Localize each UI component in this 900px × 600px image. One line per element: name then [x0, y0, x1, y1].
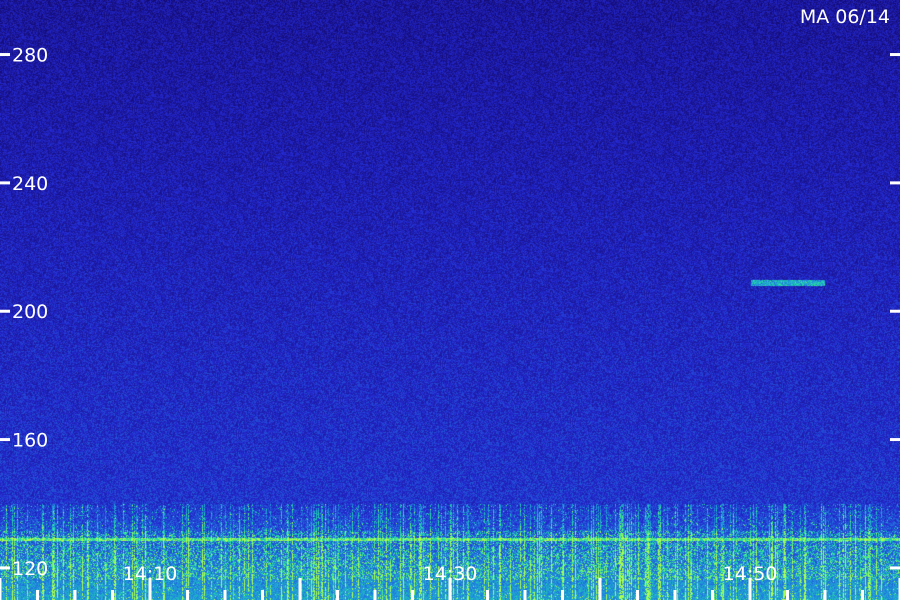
x-tick-label: 14:30: [423, 563, 478, 585]
station-label: MA 06/14: [800, 6, 890, 28]
x-tick-label: 14:10: [123, 563, 178, 585]
y-tick-label: 200: [12, 301, 48, 323]
y-axis: 280 240 200 160 120: [0, 45, 900, 580]
y-tick-label: 120: [12, 558, 48, 580]
x-axis: 14:10 14:30 14:50: [0, 563, 900, 600]
y-tick-label: 280: [12, 45, 48, 67]
x-tick-label: 14:50: [723, 563, 778, 585]
spectrogram-axes: 280 240 200 160 120 14:10 14:30 14:50 MA 06/14: [0, 6, 900, 600]
y-tick-label: 240: [12, 173, 48, 195]
y-tick-label: 160: [12, 430, 48, 452]
